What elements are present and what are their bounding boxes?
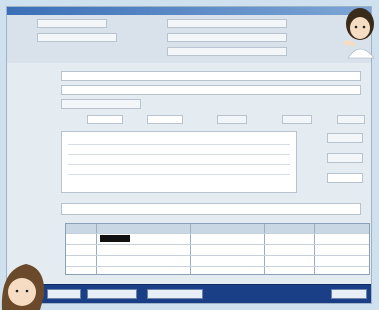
remarks-field[interactable] <box>61 203 361 215</box>
side-field-3[interactable] <box>327 173 363 183</box>
small-field-4[interactable] <box>282 115 312 124</box>
small-field-5[interactable] <box>337 115 365 124</box>
toolbar-button-4[interactable] <box>331 289 367 299</box>
app-window <box>6 6 372 304</box>
small-field-1[interactable] <box>87 115 123 124</box>
type-select[interactable] <box>61 99 141 109</box>
sub-field[interactable] <box>61 85 361 95</box>
header-row3-right-field[interactable] <box>167 47 287 56</box>
toolbar-button-3[interactable] <box>147 289 203 299</box>
header-row1-left-field[interactable] <box>37 19 107 28</box>
title-bar <box>7 7 371 15</box>
grid-col-4 <box>264 224 314 233</box>
character-bottom-left-icon <box>1 264 45 310</box>
header-row2-left-field[interactable] <box>37 33 117 42</box>
small-field-2[interactable] <box>147 115 183 124</box>
grid-col-5 <box>314 224 369 233</box>
header-row1-right-field[interactable] <box>167 19 287 28</box>
selected-cell[interactable] <box>100 235 130 242</box>
name-field[interactable] <box>61 71 361 81</box>
small-field-3[interactable] <box>217 115 247 124</box>
bottom-toolbar <box>7 284 371 303</box>
grid-col-2 <box>96 224 190 233</box>
side-field-2[interactable] <box>327 153 363 163</box>
grid-col-3 <box>190 224 264 233</box>
grid-col-1 <box>66 224 96 233</box>
grid-header <box>66 224 369 233</box>
header-row2-right-field[interactable] <box>167 33 287 42</box>
character-top-right-icon <box>342 8 375 59</box>
toolbar-button-2[interactable] <box>87 289 137 299</box>
side-field-1[interactable] <box>327 133 363 143</box>
detail-grid[interactable] <box>65 223 370 275</box>
detail-textarea[interactable] <box>61 131 297 193</box>
toolbar-button-1[interactable] <box>47 289 81 299</box>
